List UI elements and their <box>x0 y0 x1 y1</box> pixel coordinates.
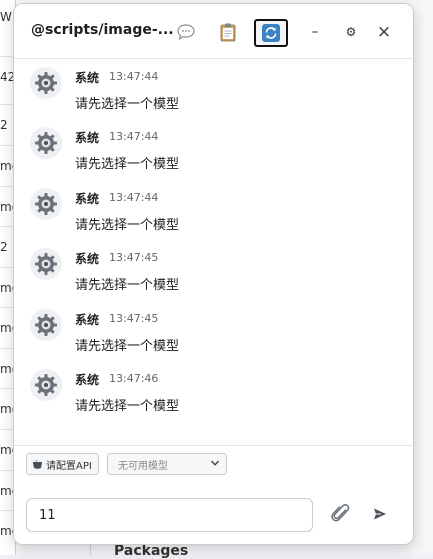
avatar <box>30 369 62 401</box>
message-time: 13:47:45 <box>109 312 159 325</box>
message-text: 请先选择一个模型 <box>75 97 180 112</box>
send-icon <box>374 508 386 520</box>
close-button[interactable]: × <box>374 22 394 42</box>
message-sender: 系统 <box>75 71 100 85</box>
chat-button[interactable] <box>174 20 198 44</box>
message-input[interactable] <box>26 498 313 532</box>
message-time: 13:47:45 <box>109 251 159 264</box>
message-item: 系统 13:47:44 请先选择一个模型 <box>14 180 413 240</box>
chat-footer: 请配置API 无可用模型 <box>14 445 413 544</box>
avatar <box>30 127 62 159</box>
title-bar: @scripts/image-... – ⚙ × <box>14 4 413 59</box>
gear-icon <box>35 374 57 396</box>
message-sender: 系统 <box>75 313 100 327</box>
message-item: 系统 13:47:45 请先选择一个模型 <box>14 240 413 300</box>
window-title: @scripts/image-... <box>31 22 174 38</box>
message-text: 请先选择一个模型 <box>75 218 180 233</box>
clipboard-icon <box>220 23 236 42</box>
message-text: 请先选择一个模型 <box>75 157 180 172</box>
message-item: 系统 13:47:44 请先选择一个模型 <box>14 59 413 119</box>
gear-icon <box>35 132 57 154</box>
gear-icon <box>35 253 57 275</box>
message-list[interactable]: 系统 13:47:44 请先选择一个模型 系统 13:47:44 请先选择一个模… <box>14 59 413 445</box>
message-time: 13:47:46 <box>109 372 159 385</box>
avatar <box>30 248 62 280</box>
minimize-button[interactable]: – <box>305 22 325 42</box>
background-section-title: Packages <box>114 543 189 559</box>
chat-window: @scripts/image-... – ⚙ × 系统 13:47:44 请先选… <box>13 3 414 545</box>
send-button[interactable] <box>369 503 391 525</box>
message-time: 13:47:44 <box>109 191 159 204</box>
gear-icon <box>35 193 57 215</box>
message-time: 13:47:44 <box>109 130 159 143</box>
message-sender: 系统 <box>75 373 100 387</box>
message-item: 系统 13:47:46 请先选择一个模型 <box>14 361 413 421</box>
gear-icon <box>35 314 57 336</box>
message-text: 请先选择一个模型 <box>75 399 180 414</box>
chevron-down-icon <box>210 460 220 466</box>
message-sender: 系统 <box>75 192 100 206</box>
clipboard-button[interactable] <box>216 20 240 44</box>
message-item: 系统 13:47:45 请先选择一个模型 <box>14 301 413 361</box>
configure-api-button[interactable]: 请配置API <box>26 453 99 475</box>
avatar <box>30 188 62 220</box>
model-select[interactable]: 无可用模型 <box>107 453 227 475</box>
message-text: 请先选择一个模型 <box>75 339 180 354</box>
avatar <box>30 309 62 341</box>
gear-icon <box>35 72 57 94</box>
attach-button[interactable] <box>328 501 354 527</box>
message-time: 13:47:44 <box>109 70 159 83</box>
model-select-value: 无可用模型 <box>118 461 168 472</box>
settings-button[interactable]: ⚙ <box>341 22 361 42</box>
refresh-button[interactable] <box>254 19 288 47</box>
paperclip-icon <box>331 503 350 522</box>
message-item: 系统 13:47:44 请先选择一个模型 <box>14 119 413 179</box>
message-sender: 系统 <box>75 252 100 266</box>
message-sender: 系统 <box>75 131 100 145</box>
message-text: 请先选择一个模型 <box>75 278 180 293</box>
avatar <box>30 67 62 99</box>
speech-bubble-icon <box>177 24 195 41</box>
cup-icon <box>31 458 43 470</box>
configure-api-label: 请配置API <box>46 460 92 472</box>
refresh-icon <box>262 24 280 42</box>
